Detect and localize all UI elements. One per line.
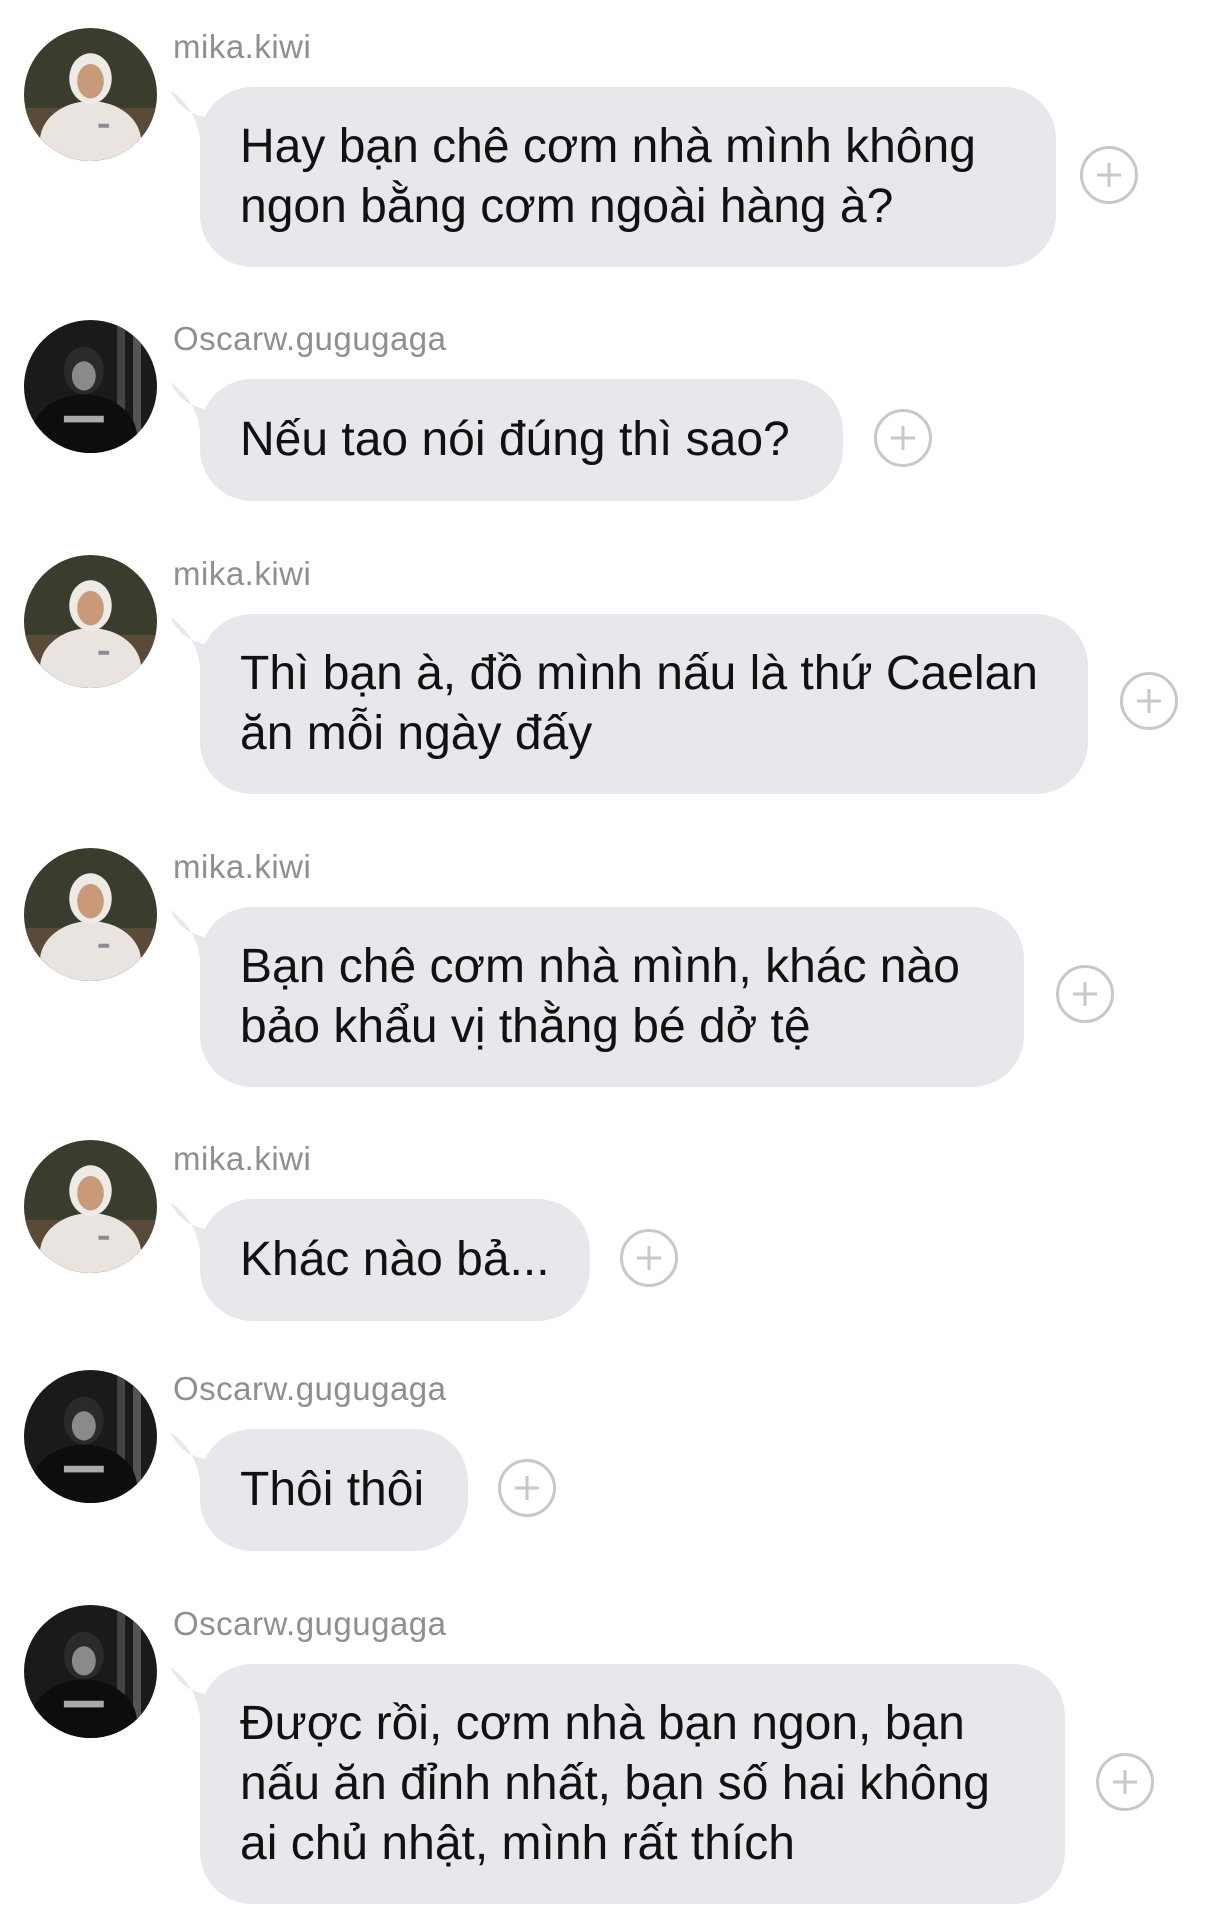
add-reaction-button[interactable] — [1080, 146, 1138, 204]
add-reaction-button[interactable] — [1056, 965, 1114, 1023]
plus-icon — [515, 1476, 539, 1500]
message-text: Thì bạn à, đồ mình nấu là thứ Caelan — [240, 647, 1038, 700]
avatar[interactable] — [24, 848, 157, 981]
message-item: mika.kiwi Thì bạn à, đồ mình nấu là thứ … — [0, 545, 1228, 815]
message-item: mika.kiwi Khác nào bả... — [0, 1135, 1228, 1335]
sender-name: mika.kiwi — [173, 28, 312, 65]
message-text: Bạn chê cơm nhà mình, khác nào — [240, 940, 960, 993]
avatar-image — [24, 320, 157, 453]
message-item: mika.kiwi Hay bạn chê cơm nhà mình không… — [0, 0, 1228, 280]
add-reaction-button[interactable] — [498, 1459, 556, 1517]
message-item: mika.kiwi Bạn chê cơm nhà mình, khác nào… — [0, 840, 1228, 1110]
avatar[interactable] — [24, 320, 157, 453]
add-reaction-button[interactable] — [1120, 672, 1178, 730]
avatar[interactable] — [24, 28, 157, 161]
avatar[interactable] — [24, 1605, 157, 1738]
message-bubble[interactable]: Được rồi, cơm nhà bạn ngon, bạn nấu ăn đ… — [200, 1664, 1065, 1904]
message-text: Được rồi, cơm nhà bạn ngon, bạn — [240, 1697, 965, 1750]
avatar-image — [24, 1140, 157, 1273]
plus-icon — [1137, 689, 1161, 713]
message-bubble[interactable]: Bạn chê cơm nhà mình, khác nào bảo khẩu … — [200, 907, 1024, 1087]
message-item: Oscarw.gugugaga Được rồi, cơm nhà bạn ng… — [0, 1600, 1228, 1920]
avatar-image — [24, 1370, 157, 1503]
sender-name: Oscarw.gugugaga — [173, 320, 447, 357]
avatar-image — [24, 1605, 157, 1738]
avatar-image — [24, 28, 157, 161]
add-reaction-button[interactable] — [1096, 1753, 1154, 1811]
avatar-image — [24, 555, 157, 688]
message-text: bảo khẩu vị thằng bé dở tệ — [240, 1000, 811, 1053]
add-reaction-button[interactable] — [874, 409, 932, 467]
avatar[interactable] — [24, 1140, 157, 1273]
plus-icon — [637, 1246, 661, 1270]
message-item: Oscarw.gugugaga Nếu tao nói đúng thì sao… — [0, 300, 1228, 530]
sender-name: mika.kiwi — [173, 848, 312, 885]
sender-name: Oscarw.gugugaga — [173, 1605, 447, 1642]
message-bubble[interactable]: Hay bạn chê cơm nhà mình không ngon bằng… — [200, 87, 1056, 267]
avatar[interactable] — [24, 1370, 157, 1503]
message-text: ăn mỗi ngày đấy — [240, 707, 593, 760]
message-text: Nếu tao nói đúng thì sao? — [240, 413, 790, 466]
sender-name: mika.kiwi — [173, 1140, 312, 1177]
avatar[interactable] — [24, 555, 157, 688]
message-text: Khác nào bả... — [240, 1233, 550, 1286]
message-bubble[interactable]: Thì bạn à, đồ mình nấu là thứ Caelan ăn … — [200, 614, 1088, 794]
message-bubble[interactable]: Khác nào bả... — [200, 1199, 590, 1321]
message-bubble[interactable]: Thôi thôi — [200, 1429, 468, 1551]
avatar-image — [24, 848, 157, 981]
plus-icon — [1073, 982, 1097, 1006]
message-text: Thôi thôi — [240, 1463, 425, 1516]
sender-name: mika.kiwi — [173, 555, 312, 592]
message-item: Oscarw.gugugaga Thôi thôi — [0, 1370, 1228, 1570]
message-text: ai chủ nhật, mình rất thích — [240, 1817, 795, 1870]
plus-icon — [1097, 163, 1121, 187]
message-text: ngon bằng cơm ngoài hàng à? — [240, 180, 894, 233]
plus-icon — [891, 426, 915, 450]
message-text: nấu ăn đỉnh nhất, bạn số hai không — [240, 1757, 990, 1810]
plus-icon — [1113, 1770, 1137, 1794]
message-bubble[interactable]: Nếu tao nói đúng thì sao? — [200, 379, 843, 501]
message-text: Hay bạn chê cơm nhà mình không — [240, 120, 976, 173]
add-reaction-button[interactable] — [620, 1229, 678, 1287]
sender-name: Oscarw.gugugaga — [173, 1370, 447, 1407]
